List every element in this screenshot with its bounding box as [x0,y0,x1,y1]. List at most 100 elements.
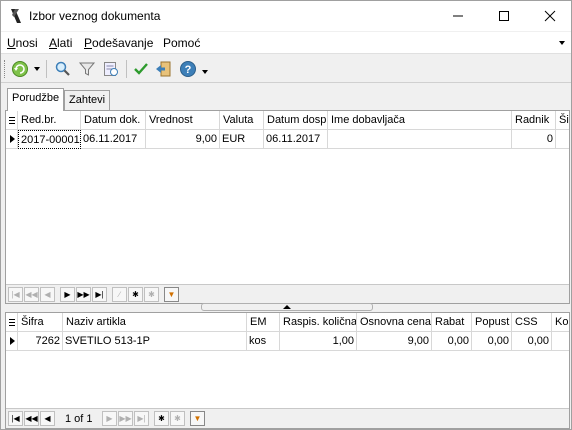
first-record-button[interactable]: |◀ [8,287,23,302]
table-cell[interactable]: 0,00 [432,332,472,351]
title-bar: Izbor veznog dokumenta [1,1,571,31]
col-header-ime-dobavljaca[interactable]: Ime dobavljača [328,111,512,130]
table-cell[interactable]: 9,00 [146,130,220,149]
first-record-button[interactable]: |◀ [8,411,23,426]
col-header-rabat[interactable]: Rabat [432,313,472,332]
col-header-css[interactable]: CSS [512,313,552,332]
orders-grid-header-indicator[interactable] [6,111,18,130]
menu-pomoc[interactable]: Pomoć [163,36,200,50]
confirm-icon[interactable] [132,60,150,78]
orders-grid-header-indicator-line [9,120,15,121]
exit-icon[interactable] [155,60,173,78]
minimize-icon [453,15,463,17]
clear-filter-icon[interactable] [102,60,120,78]
table-row[interactable]: 2017-00001 06.11.2017 9,00 EUR 06.11.201… [6,130,569,149]
menu-alati-hotkey: A [49,36,58,50]
help-icon[interactable]: ? [179,60,197,78]
filter-record-button[interactable]: ▼ [190,411,205,426]
col-header-popust[interactable]: Popust [472,313,512,332]
toolbar-separator [126,60,127,78]
refresh-record-button[interactable]: ✱ [170,411,185,426]
col-header-sifra[interactable]: Šifra [18,313,63,332]
menu-overflow-chevron-icon[interactable] [559,41,565,45]
tab-porudzbe[interactable]: Porudžbe [7,88,65,111]
prev-record-button[interactable]: ◀ [40,411,55,426]
col-header-kol[interactable]: Kol [552,313,569,332]
table-cell[interactable]: 2017-00001 [18,130,81,149]
col-header-datum-dok[interactable]: Datum dok. [81,111,146,130]
edit-record-button[interactable]: ∕ [112,287,127,302]
refresh-record-button[interactable]: ✱ [144,287,159,302]
table-cell[interactable]: 1,00 [280,332,357,351]
col-header-radnik[interactable]: Radnik [512,111,556,130]
tab-strip: Porudžbe Zahtevi [1,84,571,111]
col-header-valuta[interactable]: Valuta [220,111,264,130]
table-cell[interactable] [328,130,512,149]
table-cell[interactable]: kos [247,332,280,351]
menu-alati[interactable]: Alati [49,36,72,50]
next-page-button[interactable]: ▶▶ [76,287,91,302]
items-grid-header-indicator-line [9,319,15,320]
table-cell[interactable]: 06.11.2017 [264,130,328,149]
refresh-icon[interactable] [11,60,29,78]
col-header-vrednost[interactable]: Vrednost [146,111,220,130]
table-cell[interactable]: 0 [512,130,556,149]
menu-pomoc-end: ć [194,36,201,50]
minimize-button[interactable] [435,1,481,31]
orders-grid-header-indicator-line [9,123,15,124]
col-header-em[interactable]: EM [247,313,280,332]
orders-grid-navigator: |◀ ◀◀ ◀ ▶ ▶▶ ▶| ∕ ✱ ✱ ▼ [6,284,569,303]
help-dropdown-chevron-icon[interactable] [202,70,208,74]
svg-text:?: ? [185,64,192,76]
items-grid-header-indicator-line [9,325,15,326]
orders-grid-header-indicator-line [9,117,15,118]
last-record-button[interactable]: ▶| [134,411,149,426]
col-header-datum-dosp[interactable]: Datum dosp [264,111,328,130]
table-cell[interactable]: SVETILO 513-1P [63,332,247,351]
menu-podesavanje[interactable]: Podešavanje [84,36,153,50]
panel-splitter[interactable] [201,303,373,311]
toolbar-grip[interactable] [4,60,7,78]
table-row[interactable]: 7262 SVETILO 513-1P kos 1,00 9,00 0,00 0… [6,332,569,351]
search-icon[interactable] [54,60,72,78]
table-cell[interactable]: 9,00 [357,332,432,351]
insert-record-button[interactable]: ✱ [154,411,169,426]
table-cell[interactable]: EUR [220,130,264,149]
prev-record-button[interactable]: ◀ [40,287,55,302]
table-cell[interactable]: 7262 [18,332,63,351]
menu-podesavanje-hotkey: P [84,36,93,50]
menu-unosi[interactable]: Unosi [7,36,38,50]
filter-icon[interactable] [78,60,96,78]
filter-record-button[interactable]: ▼ [164,287,179,302]
close-icon [544,10,556,22]
maximize-icon [499,11,509,21]
table-cell[interactable]: 0,00 [512,332,552,351]
col-header-naziv-artikla[interactable]: Naziv artikla [63,313,247,332]
next-record-button[interactable]: ▶ [60,287,75,302]
table-cell[interactable]: 06.11.2017 [81,130,146,149]
insert-record-button[interactable]: ✱ [128,287,143,302]
prev-page-button[interactable]: ◀◀ [24,287,39,302]
next-record-button[interactable]: ▶ [102,411,117,426]
table-cell[interactable]: 0,00 [472,332,512,351]
row-selector-arrow-icon[interactable] [6,332,18,351]
table-cell[interactable] [552,332,569,351]
close-button[interactable] [527,1,572,31]
next-page-button[interactable]: ▶▶ [118,411,133,426]
prev-page-button[interactable]: ◀◀ [24,411,39,426]
col-header-raspis-kolicina[interactable]: Raspis. količna [280,313,357,332]
items-grid: Šifra Naziv artikla EM Raspis. količna O… [5,312,570,429]
orders-grid: Red.br. Datum dok. Vrednost Valuta Datum… [5,110,570,304]
menu-podesavanje-rest: odešavanje [92,36,154,50]
items-grid-header-indicator[interactable] [6,313,18,332]
col-header-red-br[interactable]: Red.br. [18,111,81,130]
col-header-sifra[interactable]: Ši [556,111,569,130]
tab-zahtevi[interactable]: Zahtevi [64,90,111,110]
items-grid-navigator: |◀ ◀◀ ◀ 1 of 1 ▶ ▶▶ ▶| ✱ ✱ ▼ [6,408,569,428]
last-record-button[interactable]: ▶| [92,287,107,302]
table-cell[interactable] [556,130,569,149]
refresh-dropdown-chevron-icon[interactable] [34,67,40,71]
row-selector-arrow-icon[interactable] [6,130,18,149]
col-header-osnovna-cena[interactable]: Osnovna cena [357,313,432,332]
maximize-button[interactable] [481,1,527,31]
